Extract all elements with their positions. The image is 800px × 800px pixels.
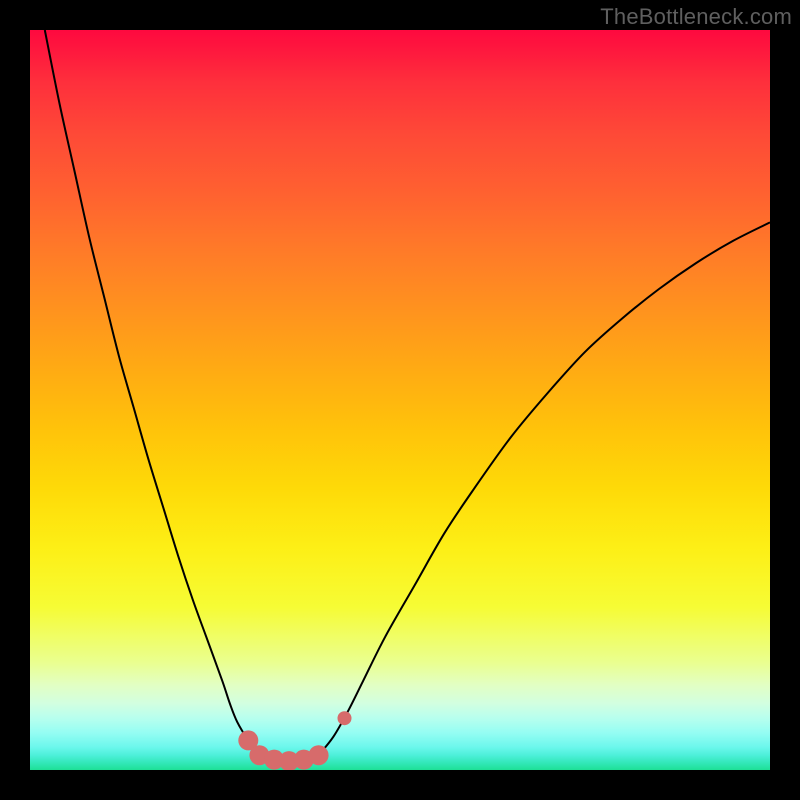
- watermark-text: TheBottleneck.com: [600, 4, 792, 30]
- dot-7: [338, 711, 352, 725]
- chart-frame: TheBottleneck.com: [0, 0, 800, 800]
- bottleneck-curve: [45, 30, 770, 761]
- plot-area: [30, 30, 770, 770]
- curve-group: [45, 30, 770, 761]
- dot-6: [309, 745, 329, 765]
- chart-svg: [30, 30, 770, 770]
- marker-group: [238, 711, 351, 770]
